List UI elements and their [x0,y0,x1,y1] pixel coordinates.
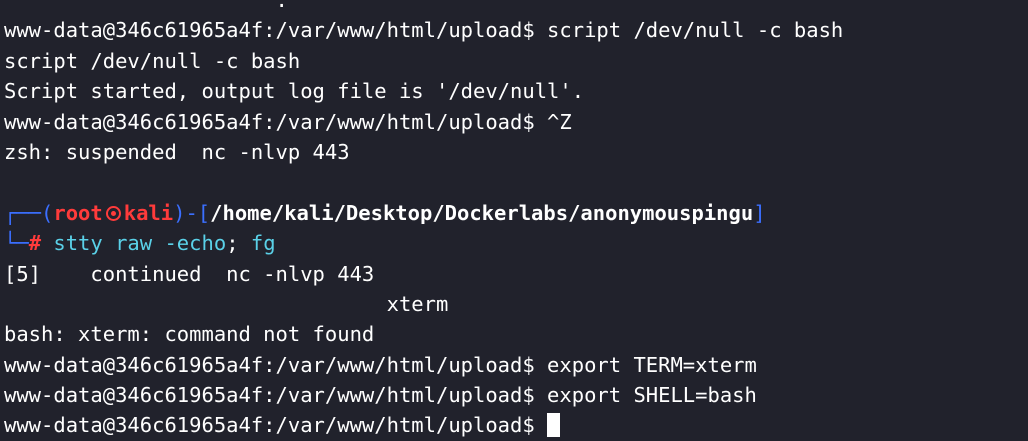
prompt-path: /home/kali/Desktop/Dockerlabs/anonymousp… [210,200,754,225]
prompt-corner-bottom: └─ [4,231,29,256]
terminal-window[interactable]: `.' www-data@346c61965a4f:/var/www/html/… [4,0,1028,438]
terminal-line: Script started, output log file is '/dev… [4,79,585,104]
kali-prompt-header: ┌──(root kali)-[/home/kali/Desktop/Docker… [4,198,1028,228]
terminal-line: bash: xterm: command not found [4,322,375,347]
command-flag: -echo [164,231,227,256]
terminal-line: zsh: suspended nc -nlvp 443 [4,139,350,164]
prompt-user: root [53,200,103,225]
command-fg: fg [238,231,276,256]
command-separator: ; [226,231,239,256]
skull-icon [105,205,121,221]
prompt-corner-top: ┌──( [4,200,54,225]
command-stty: stty [53,231,103,256]
terminal-line: `.' [4,0,301,12]
terminal-line: www-data@346c61965a4f:/var/www/html/uplo… [4,352,757,377]
terminal-line: [5] continued nc -nlvp 443 [4,261,375,286]
terminal-line: xterm [4,291,449,316]
command-args: raw [102,231,165,256]
prompt-hash: # [28,231,42,256]
prompt-host: kali [123,200,174,225]
prompt-end: ] [753,200,766,225]
kali-prompt-command: └─# stty raw -echo; fg [4,228,1028,258]
terminal-line: www-data@346c61965a4f:/var/www/html/uplo… [4,18,844,43]
terminal-line: www-data@346c61965a4f:/var/www/html/uplo… [4,109,572,134]
prompt-mid: )-[ [173,200,211,225]
terminal-line: www-data@346c61965a4f:/var/www/html/uplo… [4,383,757,408]
terminal-line: script /dev/null -c bash [4,48,301,73]
terminal-input-line[interactable]: www-data@346c61965a4f:/var/www/html/uplo… [4,410,1028,440]
